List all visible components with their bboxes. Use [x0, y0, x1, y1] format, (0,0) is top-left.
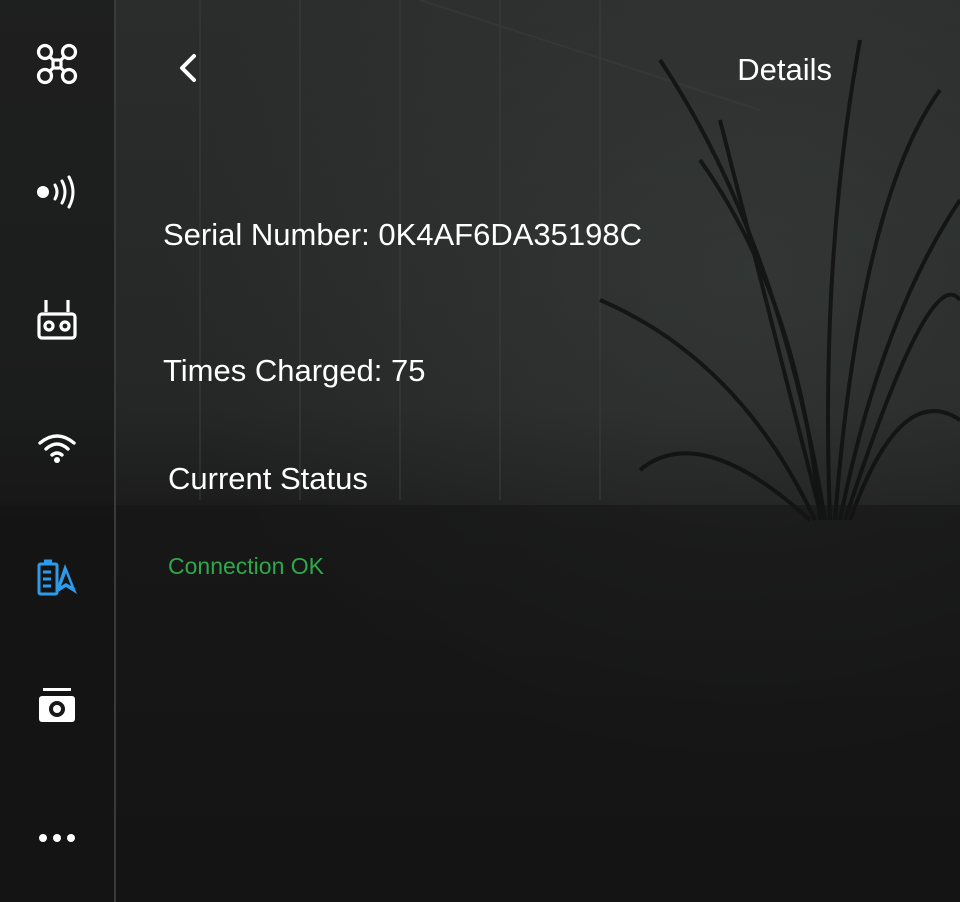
- details-panel: Details Serial Number: 0K4AF6DA35198C Ti…: [116, 0, 960, 902]
- status-badge: Connection OK: [168, 553, 324, 579]
- more-icon: [39, 834, 75, 842]
- signal-icon: [37, 175, 75, 209]
- camera-icon: [39, 688, 75, 722]
- remote-controller-icon: [37, 300, 77, 340]
- wifi-icon: [38, 434, 76, 463]
- sidebar: [0, 0, 116, 902]
- battery-details-screen: Details Serial Number: 0K4AF6DA35198C Ti…: [0, 0, 960, 902]
- sidebar-item-remote-controller[interactable]: [0, 256, 114, 384]
- times-charged-text: Times Charged: 75: [163, 353, 426, 388]
- serial-number-text: Serial Number: 0K4AF6DA35198C: [163, 217, 643, 252]
- current-status-title: Current Status: [168, 461, 368, 496]
- page-title: Details: [737, 52, 832, 87]
- sidebar-item-wifi[interactable]: [0, 384, 114, 512]
- back-button[interactable]: [168, 48, 208, 88]
- sidebar-item-transmission[interactable]: [0, 128, 114, 256]
- sidebar-item-camera[interactable]: [0, 642, 114, 770]
- chevron-left-icon: [180, 54, 196, 82]
- sidebar-item-more[interactable]: [0, 774, 114, 902]
- sidebar-item-battery[interactable]: [0, 514, 114, 642]
- drone-icon: [36, 43, 78, 85]
- battery-icon: [37, 559, 77, 596]
- sidebar-item-aircraft[interactable]: [0, 0, 114, 128]
